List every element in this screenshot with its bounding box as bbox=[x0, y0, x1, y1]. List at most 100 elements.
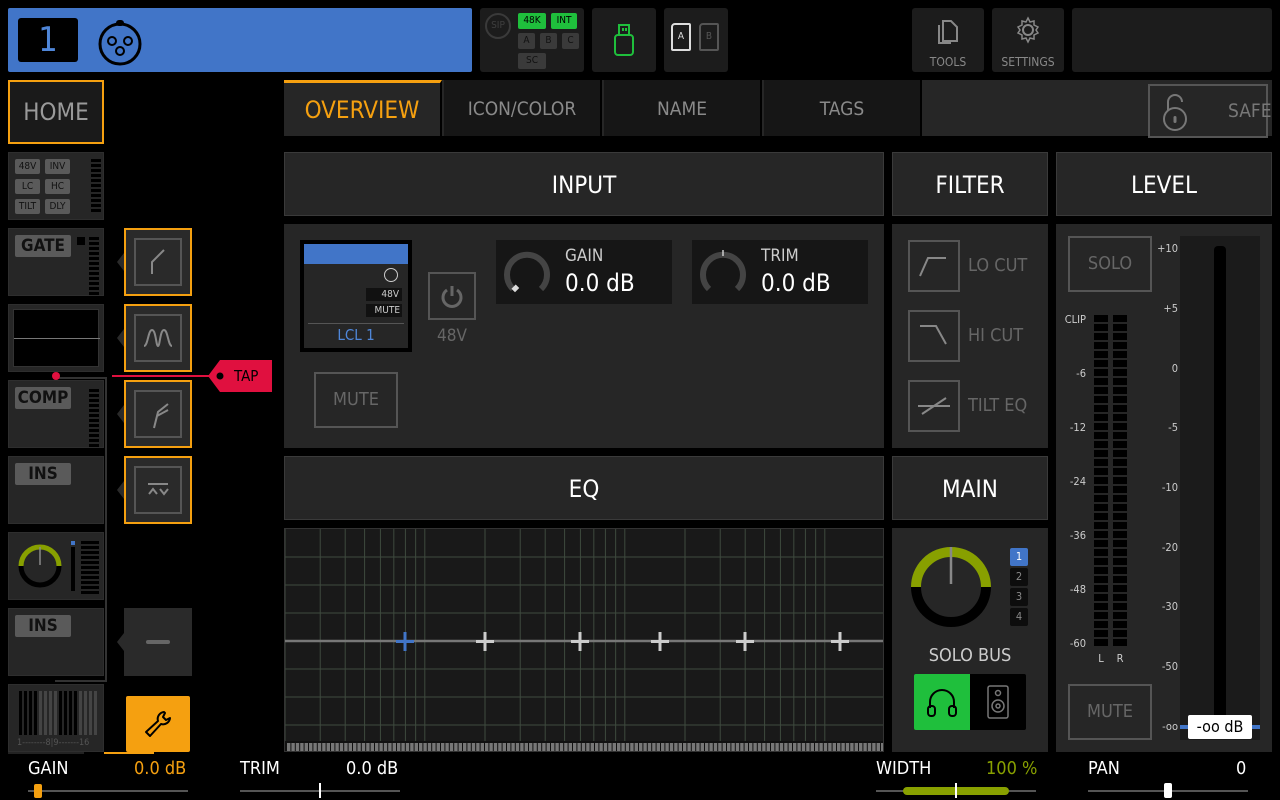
input-block[interactable]: 48V INV LC HC TILT DLY bbox=[8, 152, 104, 220]
meter-scale-label: -6 bbox=[1076, 367, 1086, 380]
usb-drive-icon bbox=[614, 24, 634, 56]
bus-1-button[interactable]: 1 bbox=[1010, 548, 1028, 566]
routing-line-v bbox=[105, 378, 107, 682]
meter-segment bbox=[1094, 486, 1108, 493]
eq-key bbox=[586, 743, 590, 751]
card-a-icon[interactable]: A bbox=[671, 23, 691, 51]
speaker-button[interactable] bbox=[970, 674, 1026, 730]
input-header[interactable]: INPUT bbox=[284, 152, 884, 216]
eq-key bbox=[837, 743, 841, 751]
eq-key bbox=[639, 743, 643, 751]
fader-slot bbox=[1214, 246, 1226, 730]
eq-key bbox=[718, 743, 722, 751]
tools-button[interactable]: TOOLS bbox=[912, 8, 984, 72]
width-knob-icon bbox=[18, 544, 62, 588]
trim-control[interactable]: TRIM 0.0 dB bbox=[692, 240, 868, 304]
eq-graph[interactable] bbox=[284, 528, 884, 752]
lo-cut-button[interactable]: LO CUT bbox=[908, 240, 1042, 292]
empty-insert-slot[interactable] bbox=[124, 608, 192, 676]
solo-button[interactable]: SOLO bbox=[1068, 236, 1152, 292]
settings-button[interactable]: SETTINGS bbox=[992, 8, 1064, 72]
bus-2-button[interactable]: 2 bbox=[1010, 568, 1028, 586]
trim-slider-handle[interactable] bbox=[319, 783, 321, 798]
eq-key bbox=[779, 743, 784, 751]
meter-segment bbox=[1113, 558, 1127, 565]
tilt-eq-icon bbox=[918, 397, 950, 415]
safe-button[interactable]: SAFE bbox=[1148, 84, 1272, 138]
width-slider-center[interactable] bbox=[955, 783, 957, 798]
eq-key bbox=[304, 743, 308, 751]
settings-wrench-button[interactable] bbox=[126, 696, 190, 752]
level-header[interactable]: LEVEL bbox=[1056, 152, 1272, 216]
meter-scale-label: -24 bbox=[1069, 475, 1086, 488]
eq-key bbox=[823, 743, 828, 751]
insert-block-2[interactable]: INS bbox=[8, 608, 104, 676]
safe-label: SAFE bbox=[1228, 100, 1272, 122]
eq-key bbox=[414, 743, 418, 751]
fader-handle[interactable]: -oo dB bbox=[1188, 715, 1252, 739]
bus-3-button[interactable]: 3 bbox=[1010, 588, 1028, 606]
eq-block[interactable] bbox=[8, 304, 104, 372]
eq-key bbox=[454, 743, 458, 751]
tilt-eq-button[interactable]: TILT EQ bbox=[908, 380, 1042, 432]
insert-slot[interactable] bbox=[124, 456, 192, 524]
comp-slot[interactable] bbox=[124, 380, 192, 448]
meter-segment bbox=[1113, 387, 1127, 394]
bus-4-button[interactable]: 4 bbox=[1010, 608, 1028, 626]
tab-name[interactable]: NAME bbox=[604, 80, 762, 136]
tap-point[interactable] bbox=[52, 372, 60, 380]
eq-key bbox=[656, 743, 660, 751]
gain-slider[interactable] bbox=[28, 790, 188, 792]
home-button[interactable]: HOME bbox=[8, 80, 104, 144]
tools-label: TOOLS bbox=[929, 55, 967, 69]
usb-button[interactable] bbox=[592, 8, 656, 72]
fader-track-area[interactable] bbox=[1180, 236, 1260, 740]
meter-segment bbox=[1094, 324, 1108, 331]
solo-bus-knob[interactable] bbox=[908, 544, 994, 630]
eq-key bbox=[401, 743, 405, 751]
eq-key bbox=[559, 743, 564, 751]
meter-segment bbox=[1113, 342, 1127, 349]
eq-key bbox=[881, 743, 883, 751]
card-b-icon[interactable]: B bbox=[699, 23, 719, 51]
eq-slot[interactable] bbox=[124, 304, 192, 372]
bottom-trim-label: TRIM bbox=[240, 758, 280, 779]
bus-meter bbox=[81, 541, 99, 596]
eq-key bbox=[722, 743, 726, 751]
meter-segment bbox=[1094, 495, 1108, 502]
tab-tags[interactable]: TAGS bbox=[764, 80, 922, 136]
eq-header[interactable]: EQ bbox=[284, 456, 884, 520]
level-mute-button[interactable]: MUTE bbox=[1068, 684, 1152, 740]
input-mute-button[interactable]: MUTE bbox=[314, 372, 398, 428]
pan-slider-handle[interactable] bbox=[1164, 783, 1172, 798]
eq-key bbox=[691, 743, 696, 751]
eq-key bbox=[775, 743, 779, 751]
gain-control[interactable]: GAIN 0.0 dB bbox=[496, 240, 672, 304]
filter-header[interactable]: FILTER bbox=[892, 152, 1048, 216]
fader-scale-label: +5 bbox=[1163, 302, 1178, 315]
phantom-power-button[interactable] bbox=[428, 272, 476, 320]
eq-key bbox=[322, 743, 326, 751]
meter-segment bbox=[1113, 450, 1127, 457]
insert-block-1[interactable]: INS bbox=[8, 456, 104, 524]
gate-block[interactable]: GATE bbox=[8, 228, 104, 296]
tab-icon-color[interactable]: ICON/COLOR bbox=[444, 80, 602, 136]
main-header[interactable]: MAIN bbox=[892, 456, 1048, 520]
gate-slot[interactable] bbox=[124, 228, 192, 296]
gain-slider-handle[interactable] bbox=[34, 784, 42, 798]
source-card[interactable]: 48V MUTE LCL 1 bbox=[300, 240, 412, 352]
headphones-button[interactable] bbox=[914, 674, 970, 730]
comp-block[interactable]: COMP bbox=[8, 380, 104, 448]
meter-segment bbox=[1094, 567, 1108, 574]
tap-button[interactable]: TAP bbox=[208, 360, 272, 392]
eq-key bbox=[515, 743, 520, 751]
bus-assign-block[interactable]: 1--------8|9-------16 bbox=[8, 684, 104, 752]
eq-key bbox=[397, 743, 401, 751]
meter-segment bbox=[1113, 612, 1127, 619]
tab-overview[interactable]: OVERVIEW bbox=[284, 80, 442, 136]
width-block[interactable] bbox=[8, 532, 104, 600]
eq-key bbox=[876, 743, 880, 751]
eq-key bbox=[850, 743, 854, 751]
card-selector[interactable]: A B bbox=[664, 8, 728, 72]
hi-cut-button[interactable]: HI CUT bbox=[908, 310, 1042, 362]
